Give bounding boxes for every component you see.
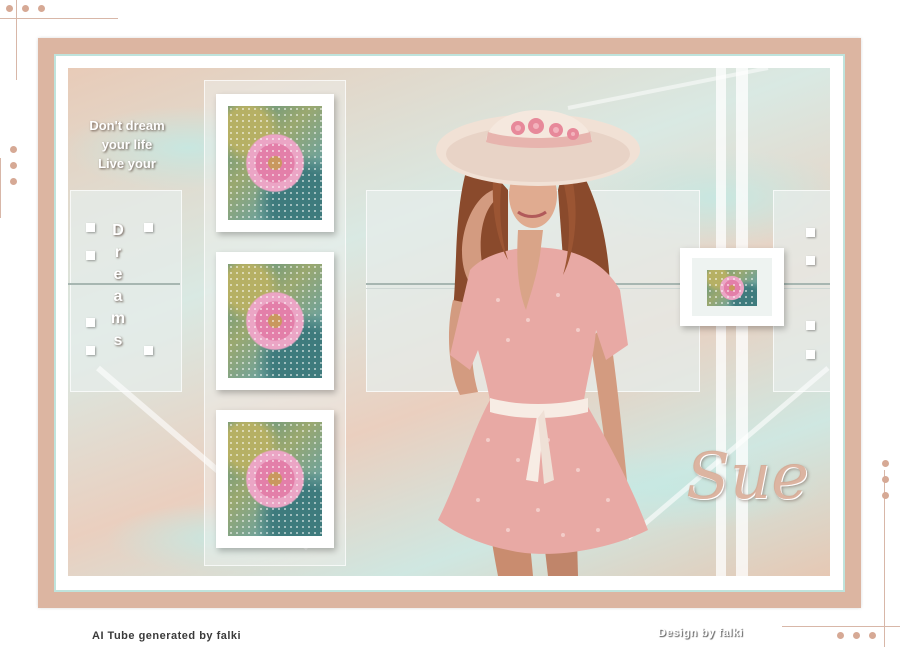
dreams-vertical-text: D r e a m s [108,220,128,352]
flower-image [228,264,322,378]
signature-text: Sue [686,440,809,514]
deco-square [86,251,95,260]
deco-square [86,223,95,232]
corner-dot [38,5,45,12]
corner-dot [22,5,29,12]
dreams-letter: s [113,332,123,349]
tube-credit: AI Tube generated by falki [92,630,242,642]
edge-dot [10,162,17,169]
dreams-letter: m [110,310,126,327]
corner-dot [853,632,860,639]
small-flower-frame [680,248,784,326]
flower-image [228,106,322,220]
edge-dot [882,492,889,499]
quote-line: Don't dream [89,118,165,133]
deco-square [806,228,815,237]
corner-line [782,626,900,627]
flower-frame [216,410,334,548]
deco-square [806,256,815,265]
woman-figure [436,110,648,576]
deco-square [806,321,815,330]
dreams-letter: e [113,266,123,283]
quote-line: your life [101,137,153,152]
deco-square [86,346,95,355]
deco-square [144,346,153,355]
corner-dot [869,632,876,639]
corner-dot [837,632,844,639]
dreams-letter: r [114,244,122,261]
dreams-letter: D [112,222,124,239]
flower-image [707,270,757,306]
edge-dot [882,460,889,467]
deco-square [806,350,815,359]
design-credit: Design by falki [658,627,744,639]
dreams-letter: a [113,288,123,305]
artwork-canvas: Don't dream your life Live your D r e a … [68,68,830,576]
deco-square [144,223,153,232]
quote-text: Don't dream your life Live your [68,116,186,173]
flower-image [228,422,322,536]
edge-dot [10,178,17,185]
deco-square [86,318,95,327]
flower-frame [216,252,334,390]
edge-line [0,158,1,218]
flower-frame [216,94,334,232]
corner-dot [6,5,13,12]
quote-line: Live your [98,156,156,171]
edge-dot [882,476,889,483]
corner-line [0,18,118,19]
edge-dot [10,146,17,153]
corner-line [16,0,17,80]
